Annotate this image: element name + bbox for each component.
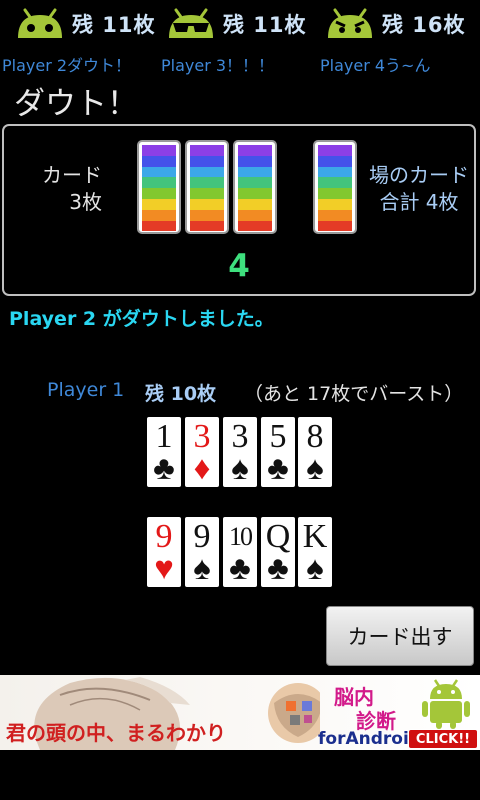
field-cards-total: 合計 4枚 bbox=[379, 190, 459, 214]
card-suit-icon: ♠ bbox=[231, 451, 249, 487]
android-worried-avatar-icon bbox=[324, 4, 376, 44]
card-rank: 9 bbox=[155, 518, 173, 555]
card-back-stripe bbox=[190, 155, 224, 167]
opponent-player-2: 残 11枚 bbox=[14, 2, 156, 46]
played-cards-panel: カード 3枚 場のカード 合計 4枚 4 bbox=[2, 124, 476, 296]
card-rank: 8 bbox=[306, 418, 324, 455]
card-suit-icon: ♦ bbox=[193, 451, 211, 487]
card-back-stripe bbox=[238, 220, 272, 232]
card-back-stripe bbox=[238, 155, 272, 167]
android-avatar-icon bbox=[14, 4, 66, 44]
hand-card[interactable]: 1 ♣ bbox=[147, 417, 181, 487]
card-back-stripe bbox=[142, 198, 176, 210]
opponent-player-4: 残 16枚 bbox=[324, 2, 466, 46]
card-back-stripe bbox=[190, 220, 224, 232]
card-rank: Q bbox=[265, 518, 291, 555]
card-back-stripe bbox=[190, 177, 224, 189]
card-back-stripe bbox=[318, 209, 352, 221]
card-suit-icon: ♣ bbox=[267, 451, 289, 487]
card-suit-icon: ♠ bbox=[193, 551, 211, 587]
card-rank: 1 bbox=[155, 418, 173, 455]
card-rank: 3 bbox=[231, 418, 249, 455]
ad-banner[interactable]: 君の頭の中、まるわかり 脳内 診断 forAndroid CLICK!! bbox=[0, 675, 480, 750]
face-down-card bbox=[137, 140, 181, 234]
card-suit-icon: ♠ bbox=[306, 451, 324, 487]
hand-card[interactable]: 8 ♠ bbox=[298, 417, 332, 487]
hand-card[interactable]: 5 ♣ bbox=[261, 417, 295, 487]
card-rank: 10 bbox=[229, 522, 253, 551]
card-back-stripe bbox=[238, 166, 272, 178]
card-rank: 3 bbox=[193, 418, 211, 455]
card-back-stripe bbox=[318, 188, 352, 199]
card-back-stripe bbox=[238, 188, 272, 199]
card-back-stripe bbox=[318, 198, 352, 210]
ad-click-button[interactable]: CLICK!! bbox=[408, 729, 478, 749]
card-back-stripe bbox=[190, 166, 224, 178]
card-back-stripe bbox=[238, 209, 272, 221]
card-back-stripe bbox=[318, 155, 352, 167]
card-back-stripe bbox=[142, 188, 176, 199]
card-suit-icon: ♣ bbox=[229, 551, 251, 587]
opponent-message: Player 3！！！ bbox=[161, 56, 275, 75]
hand-card[interactable]: 3 ♠ bbox=[223, 417, 257, 487]
hand-card[interactable]: K ♠ bbox=[298, 517, 332, 587]
ad-platform: forAndroid bbox=[318, 729, 421, 749]
hand-card[interactable]: Q ♣ bbox=[261, 517, 295, 587]
card-suit-icon: ♥ bbox=[154, 551, 174, 587]
opponent-player-3: 残 11枚 bbox=[165, 2, 307, 46]
opponent-card-count: 残 11枚 bbox=[72, 13, 156, 37]
hand-card[interactable]: 10 ♣ bbox=[223, 517, 257, 587]
opponent-card-count: 残 16枚 bbox=[382, 13, 466, 37]
card-back-stripe bbox=[238, 198, 272, 210]
card-rank: K bbox=[302, 518, 328, 555]
status-message: Player 2 がダウトしました。 bbox=[9, 308, 274, 330]
card-back-stripe bbox=[190, 198, 224, 210]
android-sunglasses-avatar-icon bbox=[165, 4, 217, 44]
card-back-stripe bbox=[238, 145, 272, 156]
card-back-stripe bbox=[318, 220, 352, 232]
cards-played-label: カード bbox=[42, 163, 102, 187]
field-cards-label: 場のカード bbox=[369, 163, 469, 187]
field-card-stack[interactable] bbox=[313, 140, 357, 234]
card-rank: 5 bbox=[269, 418, 287, 455]
play-cards-button[interactable]: カード出す bbox=[326, 606, 474, 666]
ad-headline: 君の頭の中、まるわかり bbox=[6, 721, 226, 745]
card-back-stripe bbox=[142, 220, 176, 232]
card-back-stripe bbox=[238, 177, 272, 189]
opponent-message: Player 4う~ん bbox=[320, 56, 431, 75]
card-suit-icon: ♣ bbox=[267, 551, 289, 587]
opponent-card-count: 残 11枚 bbox=[223, 13, 307, 37]
card-back-stripe bbox=[190, 209, 224, 221]
cards-played-count: 3枚 bbox=[69, 190, 102, 214]
burst-info: （あと 17枚でバースト） bbox=[244, 383, 464, 405]
card-back-stripe bbox=[142, 177, 176, 189]
card-back-stripe bbox=[190, 188, 224, 199]
card-back-stripe bbox=[318, 166, 352, 178]
round-title: ダウト！ bbox=[14, 86, 138, 122]
face-down-card bbox=[185, 140, 229, 234]
card-back-stripe bbox=[318, 145, 352, 156]
card-suit-icon: ♠ bbox=[306, 551, 324, 587]
card-rank: 9 bbox=[193, 518, 211, 555]
android-robot-icon bbox=[422, 679, 470, 729]
player-remaining: 残 10枚 bbox=[145, 383, 217, 405]
declared-number: 4 bbox=[228, 248, 250, 284]
player-name: Player 1 bbox=[47, 379, 125, 401]
face-down-card bbox=[233, 140, 277, 234]
card-back-stripe bbox=[190, 145, 224, 156]
card-back-stripe bbox=[142, 166, 176, 178]
card-back-stripe bbox=[142, 209, 176, 221]
hand-card[interactable]: 9 ♠ bbox=[185, 517, 219, 587]
hand-card[interactable]: 3 ♦ bbox=[185, 417, 219, 487]
card-back-stripe bbox=[142, 145, 176, 156]
card-back-stripe bbox=[142, 155, 176, 167]
card-back-stripe bbox=[318, 177, 352, 189]
opponent-message: Player 2ダウト！ bbox=[2, 56, 132, 75]
hand-card[interactable]: 9 ♥ bbox=[147, 517, 181, 587]
card-suit-icon: ♣ bbox=[153, 451, 175, 487]
